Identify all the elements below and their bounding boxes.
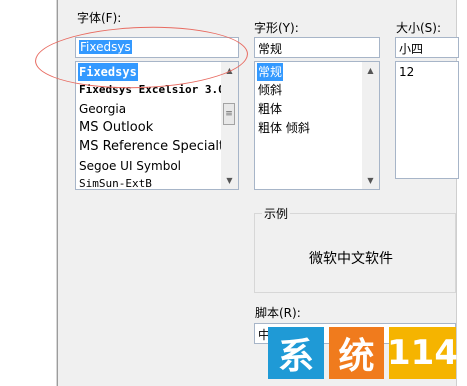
font-label: 字体(F): xyxy=(77,11,122,25)
sample-label: 示例 xyxy=(262,205,291,222)
sample-text: 微软中文软件 xyxy=(309,251,393,267)
list-item[interactable]: SimSun-ExtB xyxy=(78,175,153,189)
font-style-listbox[interactable]: 常规 倾斜 粗体 粗体 倾斜 ▲ ▼ xyxy=(254,61,380,190)
font-size-value: 小四 xyxy=(399,42,424,56)
watermark-logo-tong: 统 xyxy=(329,327,384,379)
font-listbox[interactable]: Fixedsys Fixedsys Excelsior 3.0 Georgia … xyxy=(75,61,239,190)
scroll-up-icon[interactable]: ▲ xyxy=(221,62,238,79)
list-item[interactable]: 常规 xyxy=(257,63,284,81)
style-list-scrollbar[interactable]: ▲ ▼ xyxy=(362,62,379,189)
font-size-listbox[interactable]: 12 xyxy=(395,61,459,179)
list-item[interactable]: 粗体 倾斜 xyxy=(257,119,311,137)
font-size-input[interactable]: 小四 xyxy=(395,37,459,58)
font-name-input[interactable]: Fixedsys xyxy=(75,37,239,58)
watermark-logo-114: 114 xyxy=(387,327,458,379)
list-item[interactable]: 倾斜 xyxy=(257,81,283,99)
list-item[interactable]: MS Outlook xyxy=(78,119,154,137)
style-label: 字形(Y): xyxy=(254,21,299,35)
list-item[interactable]: MS Reference Specialt xyxy=(78,138,225,156)
scroll-down-icon[interactable]: ▼ xyxy=(362,172,379,189)
left-background xyxy=(0,0,57,386)
scroll-down-icon[interactable]: ▼ xyxy=(221,172,238,189)
list-item[interactable]: Fixedsys xyxy=(78,63,138,81)
size-label: 大小(S): xyxy=(396,21,442,35)
watermark-logo-xi: 系 xyxy=(268,327,324,379)
list-item[interactable]: Georgia xyxy=(78,100,127,118)
list-item[interactable]: Segoe UI Symbol xyxy=(78,157,182,175)
font-style-value: 常规 xyxy=(258,42,283,56)
font-list-scrollbar[interactable]: ▲ ≡ ▼ xyxy=(221,62,238,189)
list-item[interactable]: 粗体 xyxy=(257,100,283,118)
font-name-value: Fixedsys xyxy=(79,40,132,54)
scroll-up-icon[interactable]: ▲ xyxy=(362,62,379,79)
list-item[interactable]: 12 xyxy=(398,63,415,81)
scroll-thumb[interactable]: ≡ xyxy=(223,103,235,125)
list-item[interactable]: Fixedsys Excelsior 3.0 xyxy=(78,81,226,99)
dialog-left-border xyxy=(57,0,58,386)
font-style-input[interactable]: 常规 xyxy=(254,37,380,58)
script-label: 脚本(R): xyxy=(255,306,301,320)
